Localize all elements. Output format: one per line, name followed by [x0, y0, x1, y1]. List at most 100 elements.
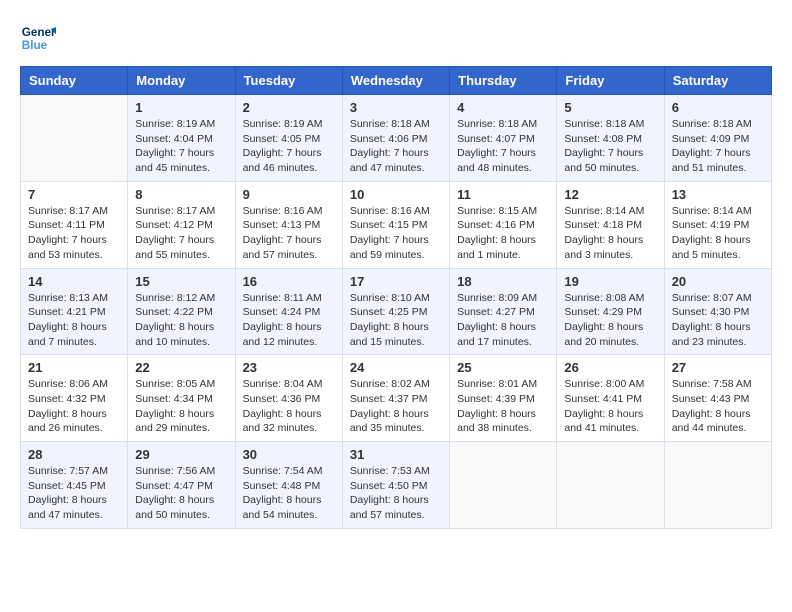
day-info: Sunrise: 8:16 AMSunset: 4:15 PMDaylight:… [350, 204, 442, 263]
logo-icon: General Blue [20, 20, 56, 56]
day-number: 28 [28, 447, 120, 462]
day-info: Sunrise: 8:06 AMSunset: 4:32 PMDaylight:… [28, 377, 120, 436]
column-header-tuesday: Tuesday [235, 67, 342, 95]
day-cell: 1 Sunrise: 8:19 AMSunset: 4:04 PMDaylight… [128, 95, 235, 182]
day-info: Sunrise: 8:04 AMSunset: 4:36 PMDaylight:… [243, 377, 335, 436]
day-info: Sunrise: 8:12 AMSunset: 4:22 PMDaylight:… [135, 291, 227, 350]
day-cell: 22 Sunrise: 8:05 AMSunset: 4:34 PMDayligh… [128, 355, 235, 442]
day-cell: 5 Sunrise: 8:18 AMSunset: 4:08 PMDaylight… [557, 95, 664, 182]
day-number: 13 [672, 187, 764, 202]
week-row-4: 21 Sunrise: 8:06 AMSunset: 4:32 PMDayligh… [21, 355, 772, 442]
day-info: Sunrise: 8:05 AMSunset: 4:34 PMDaylight:… [135, 377, 227, 436]
week-row-3: 14 Sunrise: 8:13 AMSunset: 4:21 PMDayligh… [21, 268, 772, 355]
day-info: Sunrise: 8:18 AMSunset: 4:07 PMDaylight:… [457, 117, 549, 176]
day-number: 22 [135, 360, 227, 375]
day-cell: 12Sunrise: 8:14 AMSunset: 4:18 PMDayligh… [557, 181, 664, 268]
svg-text:Blue: Blue [22, 39, 48, 52]
column-header-saturday: Saturday [664, 67, 771, 95]
day-number: 1 [135, 100, 227, 115]
day-cell [557, 442, 664, 529]
day-number: 7 [28, 187, 120, 202]
day-number: 2 [243, 100, 335, 115]
page-header: General Blue [20, 20, 772, 56]
day-cell: 21 Sunrise: 8:06 AMSunset: 4:32 PMDayligh… [21, 355, 128, 442]
day-cell: 13 Sunrise: 8:14 AMSunset: 4:19 PMDayligh… [664, 181, 771, 268]
day-number: 9 [243, 187, 335, 202]
day-info: Sunrise: 8:09 AMSunset: 4:27 PMDaylight:… [457, 291, 549, 350]
day-cell: 16 Sunrise: 8:11 AMSunset: 4:24 PMDayligh… [235, 268, 342, 355]
day-number: 18 [457, 274, 549, 289]
day-number: 25 [457, 360, 549, 375]
day-number: 31 [350, 447, 442, 462]
day-cell: 9Sunrise: 8:16 AMSunset: 4:13 PMDaylight… [235, 181, 342, 268]
day-number: 10 [350, 187, 442, 202]
column-header-monday: Monday [128, 67, 235, 95]
day-info: Sunrise: 7:53 AMSunset: 4:50 PMDaylight:… [350, 464, 442, 523]
week-row-5: 28 Sunrise: 7:57 AMSunset: 4:45 PMDayligh… [21, 442, 772, 529]
day-cell: 15Sunrise: 8:12 AMSunset: 4:22 PMDayligh… [128, 268, 235, 355]
day-info: Sunrise: 8:07 AMSunset: 4:30 PMDaylight:… [672, 291, 764, 350]
column-header-thursday: Thursday [450, 67, 557, 95]
day-info: Sunrise: 8:11 AMSunset: 4:24 PMDaylight:… [243, 291, 335, 350]
calendar-table: SundayMondayTuesdayWednesdayThursdayFrid… [20, 66, 772, 529]
day-info: Sunrise: 8:10 AMSunset: 4:25 PMDaylight:… [350, 291, 442, 350]
day-number: 16 [243, 274, 335, 289]
day-cell: 8Sunrise: 8:17 AMSunset: 4:12 PMDaylight… [128, 181, 235, 268]
day-cell: 10 Sunrise: 8:16 AMSunset: 4:15 PMDayligh… [342, 181, 449, 268]
day-cell: 14 Sunrise: 8:13 AMSunset: 4:21 PMDayligh… [21, 268, 128, 355]
day-info: Sunrise: 8:19 AMSunset: 4:05 PMDaylight:… [243, 117, 335, 176]
day-cell: 11 Sunrise: 8:15 AMSunset: 4:16 PMDayligh… [450, 181, 557, 268]
day-cell: 24Sunrise: 8:02 AMSunset: 4:37 PMDayligh… [342, 355, 449, 442]
day-cell: 30Sunrise: 7:54 AMSunset: 4:48 PMDayligh… [235, 442, 342, 529]
day-number: 20 [672, 274, 764, 289]
day-number: 14 [28, 274, 120, 289]
day-cell: 29Sunrise: 7:56 AMSunset: 4:47 PMDayligh… [128, 442, 235, 529]
day-info: Sunrise: 8:18 AMSunset: 4:09 PMDaylight:… [672, 117, 764, 176]
column-header-sunday: Sunday [21, 67, 128, 95]
day-number: 6 [672, 100, 764, 115]
day-info: Sunrise: 8:17 AMSunset: 4:11 PMDaylight:… [28, 204, 120, 263]
day-number: 11 [457, 187, 549, 202]
column-header-wednesday: Wednesday [342, 67, 449, 95]
week-row-1: 1 Sunrise: 8:19 AMSunset: 4:04 PMDaylight… [21, 95, 772, 182]
day-number: 24 [350, 360, 442, 375]
day-info: Sunrise: 7:57 AMSunset: 4:45 PMDaylight:… [28, 464, 120, 523]
svg-text:General: General [22, 26, 56, 39]
day-info: Sunrise: 8:17 AMSunset: 4:12 PMDaylight:… [135, 204, 227, 263]
day-info: Sunrise: 8:00 AMSunset: 4:41 PMDaylight:… [564, 377, 656, 436]
day-cell [664, 442, 771, 529]
day-number: 5 [564, 100, 656, 115]
day-cell: 20 Sunrise: 8:07 AMSunset: 4:30 PMDayligh… [664, 268, 771, 355]
day-info: Sunrise: 7:54 AMSunset: 4:48 PMDaylight:… [243, 464, 335, 523]
day-cell: 2 Sunrise: 8:19 AMSunset: 4:05 PMDaylight… [235, 95, 342, 182]
day-info: Sunrise: 8:15 AMSunset: 4:16 PMDaylight:… [457, 204, 549, 263]
day-cell: 25Sunrise: 8:01 AMSunset: 4:39 PMDayligh… [450, 355, 557, 442]
day-info: Sunrise: 8:19 AMSunset: 4:04 PMDaylight:… [135, 117, 227, 176]
day-info: Sunrise: 7:58 AMSunset: 4:43 PMDaylight:… [672, 377, 764, 436]
day-cell: 26Sunrise: 8:00 AMSunset: 4:41 PMDayligh… [557, 355, 664, 442]
day-info: Sunrise: 8:13 AMSunset: 4:21 PMDaylight:… [28, 291, 120, 350]
logo: General Blue [20, 20, 60, 56]
day-cell: 4 Sunrise: 8:18 AMSunset: 4:07 PMDaylight… [450, 95, 557, 182]
day-cell: 27Sunrise: 7:58 AMSunset: 4:43 PMDayligh… [664, 355, 771, 442]
day-cell [21, 95, 128, 182]
day-cell: 28 Sunrise: 7:57 AMSunset: 4:45 PMDayligh… [21, 442, 128, 529]
day-cell: 23Sunrise: 8:04 AMSunset: 4:36 PMDayligh… [235, 355, 342, 442]
day-number: 17 [350, 274, 442, 289]
day-info: Sunrise: 8:14 AMSunset: 4:19 PMDaylight:… [672, 204, 764, 263]
day-number: 3 [350, 100, 442, 115]
day-info: Sunrise: 8:18 AMSunset: 4:06 PMDaylight:… [350, 117, 442, 176]
day-info: Sunrise: 8:08 AMSunset: 4:29 PMDaylight:… [564, 291, 656, 350]
day-number: 4 [457, 100, 549, 115]
day-cell: 19 Sunrise: 8:08 AMSunset: 4:29 PMDayligh… [557, 268, 664, 355]
column-header-friday: Friday [557, 67, 664, 95]
header-row: SundayMondayTuesdayWednesdayThursdayFrid… [21, 67, 772, 95]
day-number: 21 [28, 360, 120, 375]
day-cell: 18 Sunrise: 8:09 AMSunset: 4:27 PMDayligh… [450, 268, 557, 355]
day-info: Sunrise: 8:18 AMSunset: 4:08 PMDaylight:… [564, 117, 656, 176]
day-cell: 3 Sunrise: 8:18 AMSunset: 4:06 PMDaylight… [342, 95, 449, 182]
day-cell: 7 Sunrise: 8:17 AMSunset: 4:11 PMDaylight… [21, 181, 128, 268]
day-number: 29 [135, 447, 227, 462]
day-number: 12 [564, 187, 656, 202]
day-number: 19 [564, 274, 656, 289]
